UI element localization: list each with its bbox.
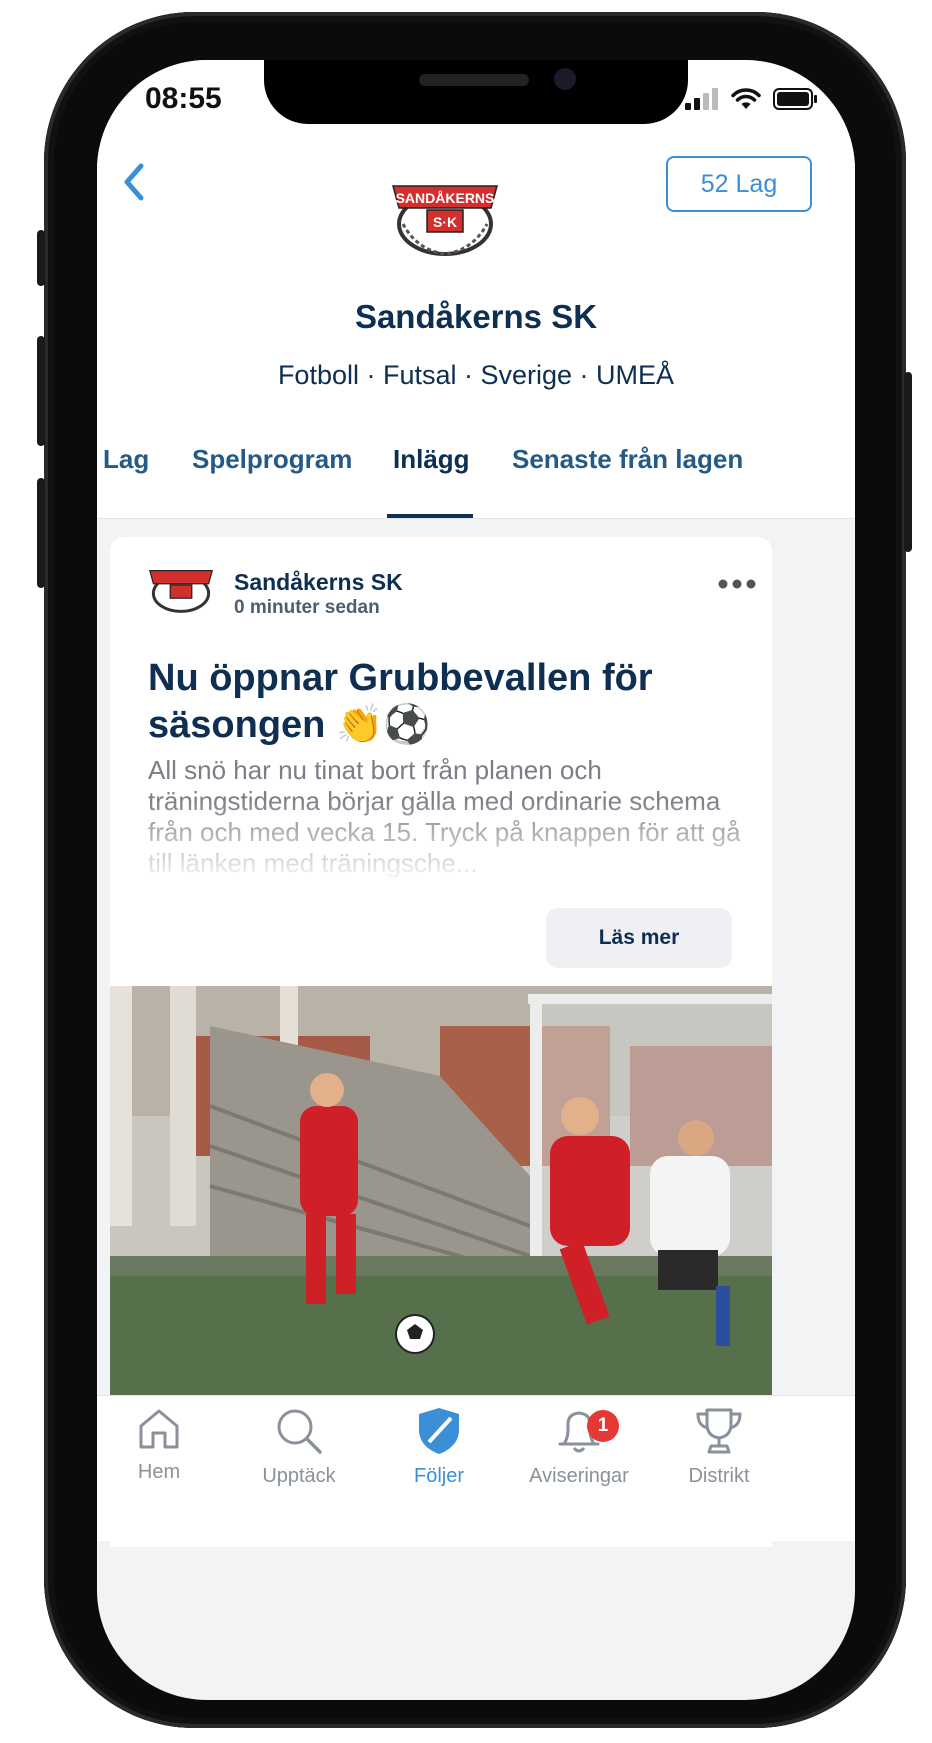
club-name: Sandåkerns SK: [354, 298, 598, 335]
power-button: [904, 372, 912, 552]
tabbar-label: Hem: [137, 1461, 181, 1483]
active-tab-indicator: [387, 514, 473, 518]
club-header: 08:55 52 Lag SANDÅKERNS S·K Sandåkerns S…: [97, 60, 855, 421]
home-icon: [139, 1409, 179, 1449]
tabbar-label: Distrikt: [688, 1465, 750, 1487]
chevron-left-icon: [124, 163, 144, 201]
status-time: 08:55: [145, 82, 222, 115]
wifi-icon: [731, 88, 761, 109]
status-icons: [685, 88, 817, 110]
search-icon: [277, 1409, 322, 1454]
mute-switch: [37, 230, 45, 286]
tab-lag[interactable]: Lag: [103, 444, 149, 475]
more-options-button[interactable]: [718, 577, 756, 595]
post-author[interactable]: Sandåkerns SK: [234, 569, 403, 596]
tabbar-item-aviseringar[interactable]: 1 Aviseringar: [519, 1406, 639, 1488]
battery-icon: [773, 88, 817, 110]
post-image[interactable]: [110, 986, 772, 1406]
volume-up-button: [37, 336, 45, 446]
tabbar-label: Upptäck: [262, 1465, 336, 1487]
logo-initials: S·K: [433, 214, 457, 230]
tab-senaste-fran-lagen[interactable]: Senaste från lagen: [512, 444, 743, 475]
tabbar-item-upptack[interactable]: Upptäck: [239, 1406, 359, 1488]
trophy-icon: [696, 1408, 742, 1454]
club-logo: SANDÅKERNS S·K: [387, 180, 503, 265]
tabbar-item-foljer[interactable]: Följer: [379, 1406, 499, 1488]
tabbar-item-hem[interactable]: Hem: [99, 1406, 219, 1484]
bottom-tab-bar: Hem Upptäck Följer 1 Aviseringar Distrik…: [97, 1395, 855, 1541]
tabbar-item-distrikt[interactable]: Distrikt: [659, 1406, 779, 1488]
post-body-fade: [110, 799, 772, 899]
tabbar-label: Följer: [413, 1465, 464, 1487]
notification-badge: 1: [587, 1410, 619, 1442]
read-more-button[interactable]: Läs mer: [546, 908, 732, 968]
more-dots-icon: [718, 579, 756, 589]
tab-spelprogram[interactable]: Spelprogram: [192, 444, 352, 475]
post-title: Nu öppnar Grubbevallen för säsongen 👏⚽: [148, 657, 653, 746]
tab-inlagg[interactable]: Inlägg: [393, 444, 470, 475]
teams-count-button[interactable]: 52 Lag: [666, 156, 812, 212]
signal-icon: [685, 88, 718, 110]
logo-wordmark: SANDÅKERNS: [396, 190, 495, 206]
app-screen: 08:55 52 Lag SANDÅKERNS S·K Sandåkerns S…: [97, 60, 855, 1700]
tabbar-label: Aviseringar: [529, 1465, 629, 1487]
shield-icon: [419, 1408, 459, 1454]
notch: [264, 60, 688, 124]
club-meta: Fotboll · Futsal · Sverige · UMEÅ: [277, 360, 675, 390]
post-timestamp: 0 minuter sedan: [234, 597, 380, 618]
back-button[interactable]: [119, 160, 149, 209]
section-tabs: Lag Spelprogram Inlägg Senaste från lage…: [97, 420, 855, 519]
avatar[interactable]: [146, 567, 216, 620]
volume-down-button: [37, 478, 45, 588]
